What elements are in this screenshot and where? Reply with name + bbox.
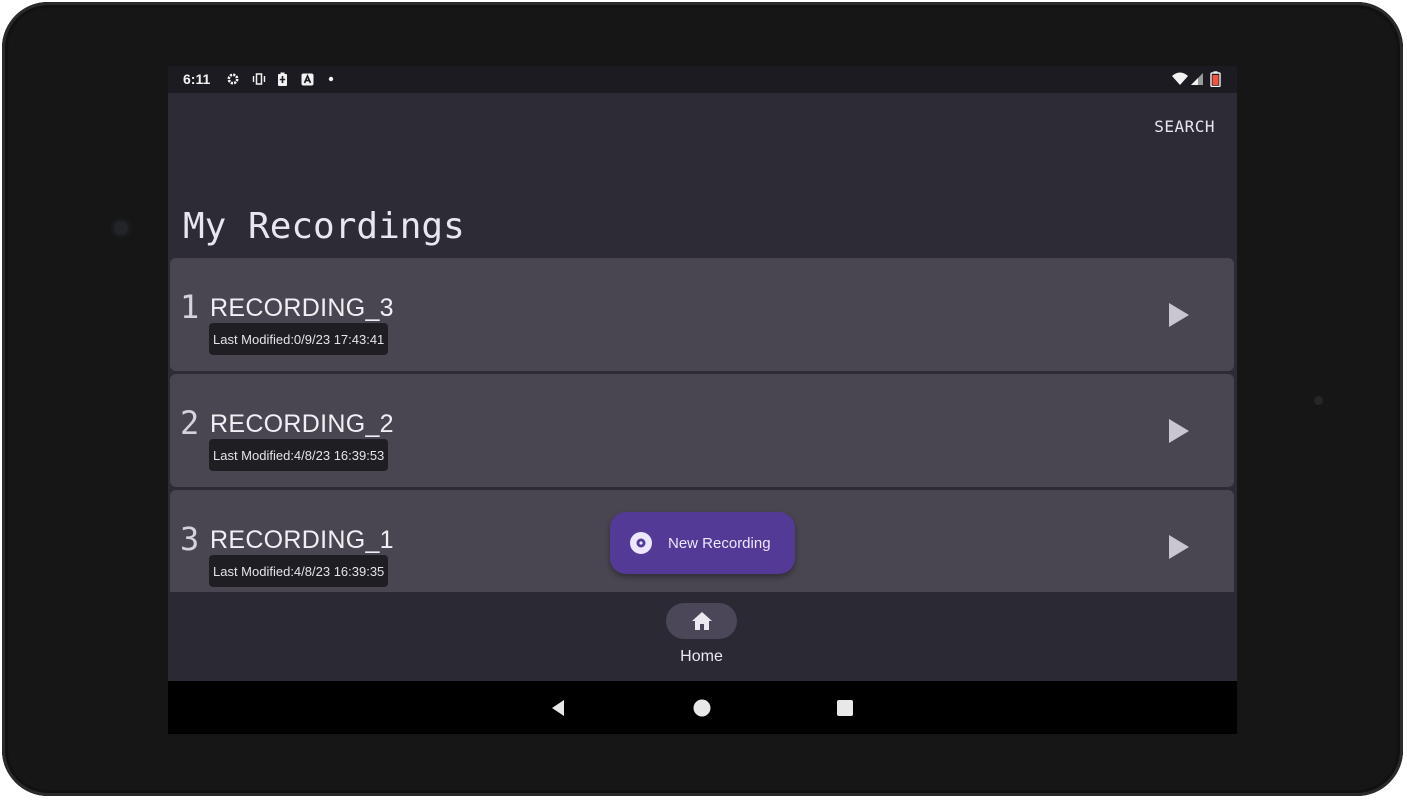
battery-low-icon <box>1210 71 1221 87</box>
recents-icon[interactable] <box>835 698 855 718</box>
item-number: 1 <box>180 288 200 326</box>
gear-icon <box>226 72 240 86</box>
wifi-icon <box>1171 72 1189 86</box>
recording-name: RECORDING_2 <box>210 410 394 438</box>
battery-saver-icon <box>277 72 288 86</box>
vibrate-icon <box>252 72 266 86</box>
new-recording-label: New Recording <box>668 534 771 552</box>
item-number: 3 <box>180 520 200 558</box>
recording-name: RECORDING_1 <box>210 526 394 554</box>
nav-home-button[interactable] <box>666 603 737 639</box>
new-recording-button[interactable]: New Recording <box>610 512 795 574</box>
record-disc-icon <box>630 532 652 554</box>
last-modified-label: Last Modified:0/9/23 17:43:41 <box>209 323 389 355</box>
list-item[interactable]: 2 RECORDING_2 Last Modified:4/8/23 16:39… <box>170 374 1234 487</box>
play-icon[interactable] <box>1168 302 1190 328</box>
dot-icon <box>328 72 334 86</box>
status-time: 6:11 <box>183 71 211 87</box>
front-camera <box>111 218 131 238</box>
status-bar: 6:11 <box>168 66 1237 93</box>
list-item[interactable]: 1 RECORDING_3 Last Modified:0/9/23 17:43… <box>170 258 1234 371</box>
search-button[interactable]: SEARCH <box>1154 117 1215 136</box>
signal-icon <box>1190 72 1204 86</box>
a-notification-icon <box>301 72 314 86</box>
home-circle-icon[interactable] <box>692 698 712 718</box>
item-number: 2 <box>180 404 200 442</box>
play-icon[interactable] <box>1168 418 1190 444</box>
last-modified-label: Last Modified:4/8/23 16:39:53 <box>209 439 389 471</box>
page-title: My Recordings <box>183 206 465 247</box>
last-modified-label: Last Modified:4/8/23 16:39:35 <box>209 555 389 587</box>
back-icon[interactable] <box>548 698 568 718</box>
bottom-navigation: Home <box>168 592 1237 681</box>
light-sensor <box>1314 396 1323 405</box>
system-navigation-bar <box>168 681 1237 734</box>
nav-home-label[interactable]: Home <box>666 648 737 666</box>
home-icon <box>691 612 712 630</box>
recording-name: RECORDING_3 <box>210 294 394 322</box>
play-icon[interactable] <box>1168 534 1190 560</box>
app-screen: 6:11 SEARCH My Recordings 1 RECORDING_3 … <box>168 66 1237 734</box>
